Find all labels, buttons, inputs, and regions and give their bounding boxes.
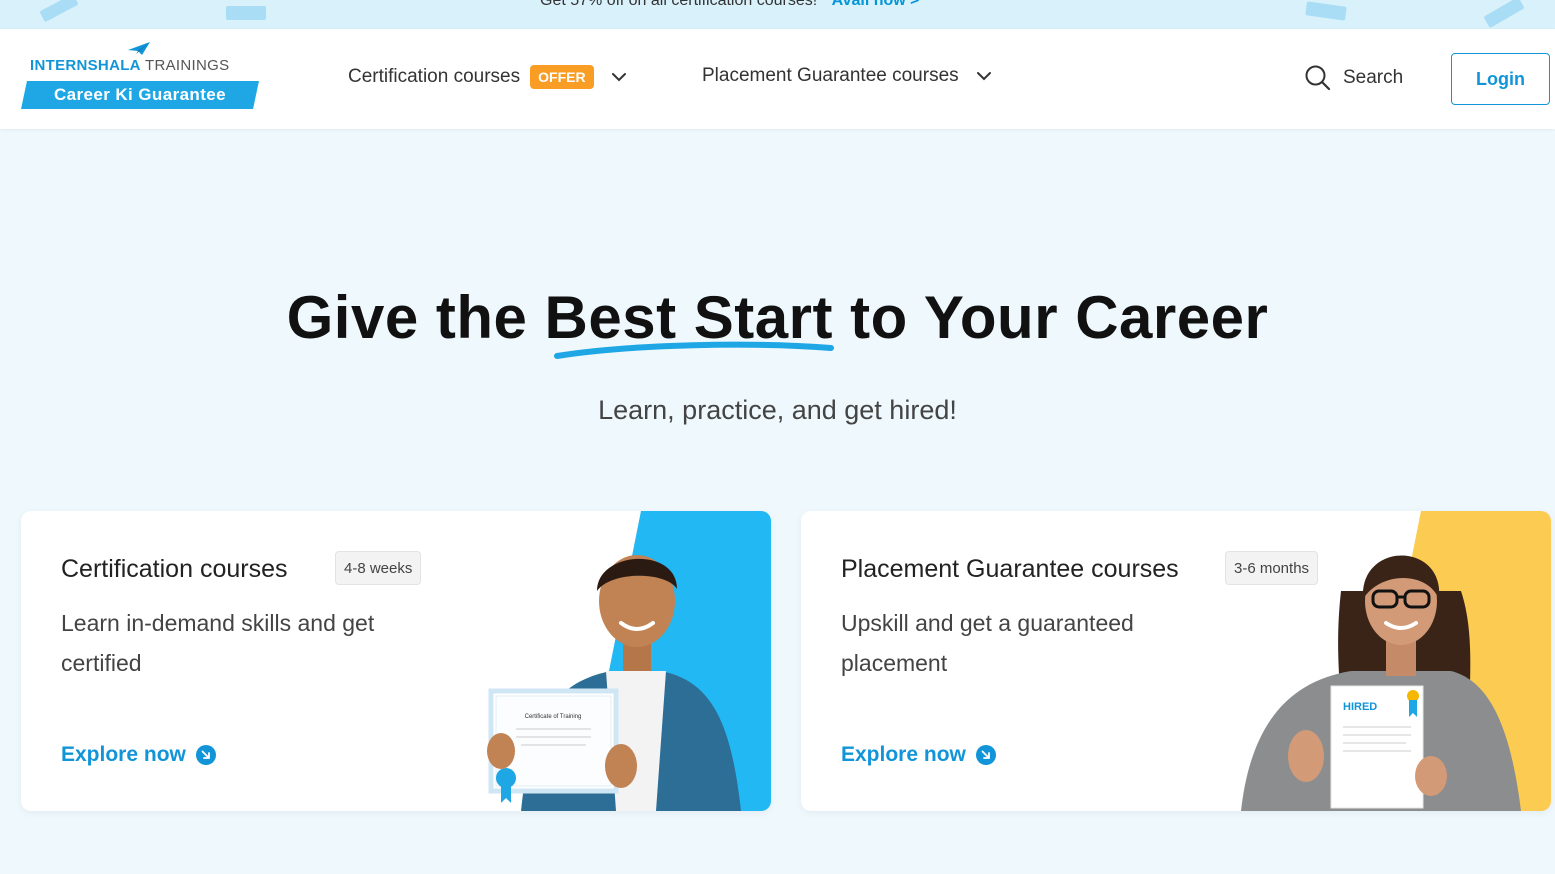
hero-title-part1: Give the	[286, 284, 528, 351]
hired-label: HIRED	[1343, 701, 1377, 713]
hero-title-part2: to Your Career	[850, 284, 1269, 351]
promo-banner: Get 57% off on all certification courses…	[0, 0, 1555, 29]
tagline-badge: Career Ki Guarantee	[21, 81, 259, 109]
chevron-down-icon	[611, 73, 626, 82]
title-underline-decoration	[554, 341, 834, 359]
brand-internshala: INTERNSHALA	[30, 57, 141, 74]
confetti-decoration	[226, 6, 266, 20]
confetti-decoration	[1483, 0, 1525, 29]
card-title: Certification courses	[61, 555, 288, 583]
card-description: Learn in-demand skills and get certified	[61, 610, 375, 676]
woman-with-offer-letter-image: HIRED	[1241, 555, 1521, 811]
brand-trainings: TRAININGS	[145, 57, 230, 74]
confetti-decoration	[39, 0, 79, 23]
promo-text: Get 57% off on all certification courses…	[540, 0, 920, 10]
confetti-decoration	[1305, 1, 1347, 21]
arrow-circle-icon	[195, 745, 216, 765]
search-icon	[1305, 65, 1331, 91]
avail-now-link[interactable]: Avail now >	[832, 0, 920, 9]
offer-badge: OFFER	[530, 65, 594, 89]
nav-certification-courses[interactable]: Certification courses OFFER	[348, 65, 628, 89]
promo-message: Get 57% off on all certification courses…	[540, 0, 818, 9]
card-description: Upskill and get a guaranteed placement	[841, 610, 1134, 676]
student-with-certificate-image: Certificate of Training	[487, 555, 741, 811]
search-label: Search	[1343, 66, 1404, 88]
arrow-circle-icon	[975, 745, 996, 765]
search-button[interactable]: Search	[1304, 64, 1403, 91]
login-button[interactable]: Login	[1451, 53, 1550, 105]
duration-badge: 4-8 weeks	[335, 551, 422, 585]
hero-subtitle: Learn, practice, and get hired!	[598, 395, 957, 425]
nav-placement-guarantee-courses[interactable]: Placement Guarantee courses	[702, 65, 993, 87]
card-title: Placement Guarantee courses	[841, 555, 1179, 583]
explore-now-label: Explore now	[841, 743, 966, 766]
certification-courses-card[interactable]: Certification courses 4-8 weeks Learn in…	[21, 511, 771, 811]
explore-now-link[interactable]: Explore now	[61, 743, 216, 767]
site-header: INTERNSHALA TRAININGS Career Ki Guarante…	[0, 29, 1555, 129]
nav-certification-label: Certification courses	[348, 66, 521, 87]
paper-plane-icon	[128, 42, 150, 55]
placement-guarantee-courses-card[interactable]: Placement Guarantee courses 3-6 months U…	[801, 511, 1551, 811]
chevron-down-icon	[976, 72, 991, 81]
explore-now-label: Explore now	[61, 743, 186, 766]
nav-placement-label: Placement Guarantee courses	[702, 65, 959, 86]
explore-now-link[interactable]: Explore now	[841, 743, 996, 767]
certificate-heading: Certificate of Training	[525, 714, 582, 720]
logo[interactable]: INTERNSHALA TRAININGS Career Ki Guarante…	[21, 41, 260, 111]
brand-name: INTERNSHALA TRAININGS	[30, 57, 229, 74]
tagline-text: Career Ki Guarantee	[53, 85, 226, 104]
